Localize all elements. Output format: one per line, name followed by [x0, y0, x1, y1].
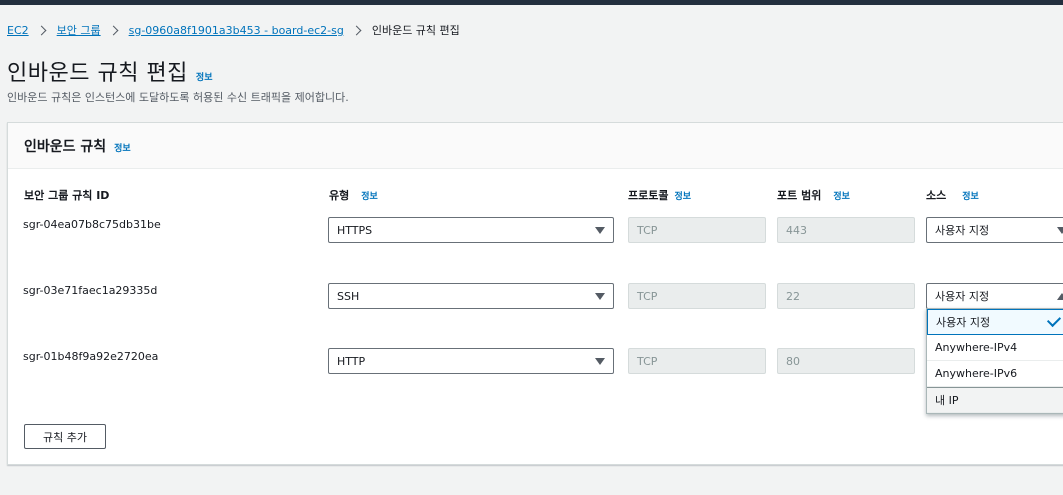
source-option-anywhere-ipv4-label: Anywhere-IPv4 [935, 341, 1018, 354]
breadcrumb-ec2-link[interactable]: EC2 [7, 24, 29, 37]
inbound-rules-panel: 인바운드 규칙 정보 보안 그룹 규칙 ID 유형 정보 프로토콜 정보 포트 … [7, 122, 1063, 465]
panel-title-row: 인바운드 규칙 정보 [24, 136, 131, 156]
breadcrumb-security-groups-link[interactable]: 보안 그룹 [57, 22, 101, 38]
type-select-1[interactable]: HTTPS [328, 217, 614, 243]
source-option-anywhere-ipv6[interactable]: Anywhere-IPv6 [927, 361, 1063, 387]
panel-title: 인바운드 규칙 [24, 139, 107, 155]
column-header-type: 유형 정보 [329, 187, 378, 203]
chevron-right-icon [108, 25, 119, 35]
chevron-right-icon [351, 25, 362, 35]
panel-info-link[interactable]: 정보 [114, 141, 131, 154]
source-select-2[interactable]: 사용자 지정 [926, 283, 1063, 309]
caret-down-icon [595, 357, 605, 365]
page-description: 인바운드 규칙은 인스턴스에 도달하도록 허용된 수신 트래픽을 제어합니다. [7, 91, 349, 104]
source-option-my-ip[interactable]: 내 IP [927, 387, 1063, 413]
panel-header: 인바운드 규칙 정보 [8, 123, 1063, 169]
column-header-protocol-label: 프로토콜 [628, 189, 669, 202]
port-range-info-link[interactable]: 정보 [833, 189, 850, 202]
type-select-2-value: SSH [337, 289, 360, 303]
column-header-type-label: 유형 [329, 189, 350, 202]
breadcrumb-current: 인바운드 규칙 편집 [371, 24, 460, 37]
protocol-field-3: TCP [628, 348, 766, 374]
port-range-field-1: 443 [777, 217, 915, 243]
breadcrumb: EC2 보안 그룹 sg-0960a8f1901a3b453 - board-e… [7, 22, 460, 38]
type-select-3[interactable]: HTTP [328, 348, 614, 374]
type-info-link[interactable]: 정보 [361, 189, 378, 202]
source-option-custom-label: 사용자 지정 [936, 316, 991, 329]
column-header-port-range-label: 포트 범위 [777, 189, 822, 202]
page-title: 인바운드 규칙 편집 [7, 61, 188, 86]
source-option-anywhere-ipv4[interactable]: Anywhere-IPv4 [927, 335, 1063, 361]
column-header-rule-id-label: 보안 그룹 규칙 ID [24, 189, 110, 202]
rule-id-3: sgr-01b48f9a92e2720ea [23, 350, 159, 363]
column-header-rule-id: 보안 그룹 규칙 ID [24, 187, 109, 203]
source-select-1-value: 사용자 지정 [935, 224, 990, 237]
column-header-port-range: 포트 범위 정보 [777, 187, 850, 203]
type-select-1-value: HTTPS [337, 223, 373, 237]
source-dropdown-menu: 사용자 지정 Anywhere-IPv4 Anywhere-IPv6 내 IP [926, 308, 1063, 414]
breadcrumb-security-group-link[interactable]: sg-0960a8f1901a3b453 - board-ec2-sg [129, 24, 344, 37]
port-range-field-3: 80 [777, 348, 915, 374]
source-info-link[interactable]: 정보 [962, 189, 979, 202]
source-option-my-ip-label: 내 IP [935, 394, 959, 407]
column-header-source-label: 소스 [926, 189, 947, 202]
checkmark-icon [1046, 312, 1062, 328]
type-select-3-value: HTTP [337, 354, 366, 368]
column-header-source: 소스 정보 [926, 187, 979, 203]
source-option-custom[interactable]: 사용자 지정 [927, 309, 1063, 335]
protocol-info-link[interactable]: 정보 [674, 189, 691, 202]
caret-down-icon [1057, 226, 1063, 234]
column-header-protocol: 프로토콜 정보 [628, 187, 691, 203]
rule-id-1: sgr-04ea07b8c75db31be [23, 218, 161, 231]
source-option-anywhere-ipv6-label: Anywhere-IPv6 [935, 367, 1018, 380]
add-rule-button[interactable]: 규칙 추가 [24, 424, 106, 449]
page-title-row: 인바운드 규칙 편집 정보 [7, 55, 212, 87]
source-select-1[interactable]: 사용자 지정 [926, 217, 1063, 243]
top-navigation-bar [0, 0, 1063, 5]
caret-up-icon [1057, 292, 1063, 300]
caret-down-icon [595, 226, 605, 234]
rule-id-2: sgr-03e71faec1a29335d [23, 284, 158, 297]
chevron-right-icon [36, 25, 47, 35]
protocol-field-1: TCP [628, 217, 766, 243]
type-select-2[interactable]: SSH [328, 283, 614, 309]
protocol-field-2: TCP [628, 283, 766, 309]
page-info-link[interactable]: 정보 [196, 70, 213, 83]
source-select-2-value: 사용자 지정 [935, 290, 990, 303]
port-range-field-2: 22 [777, 283, 915, 309]
caret-down-icon [595, 292, 605, 300]
